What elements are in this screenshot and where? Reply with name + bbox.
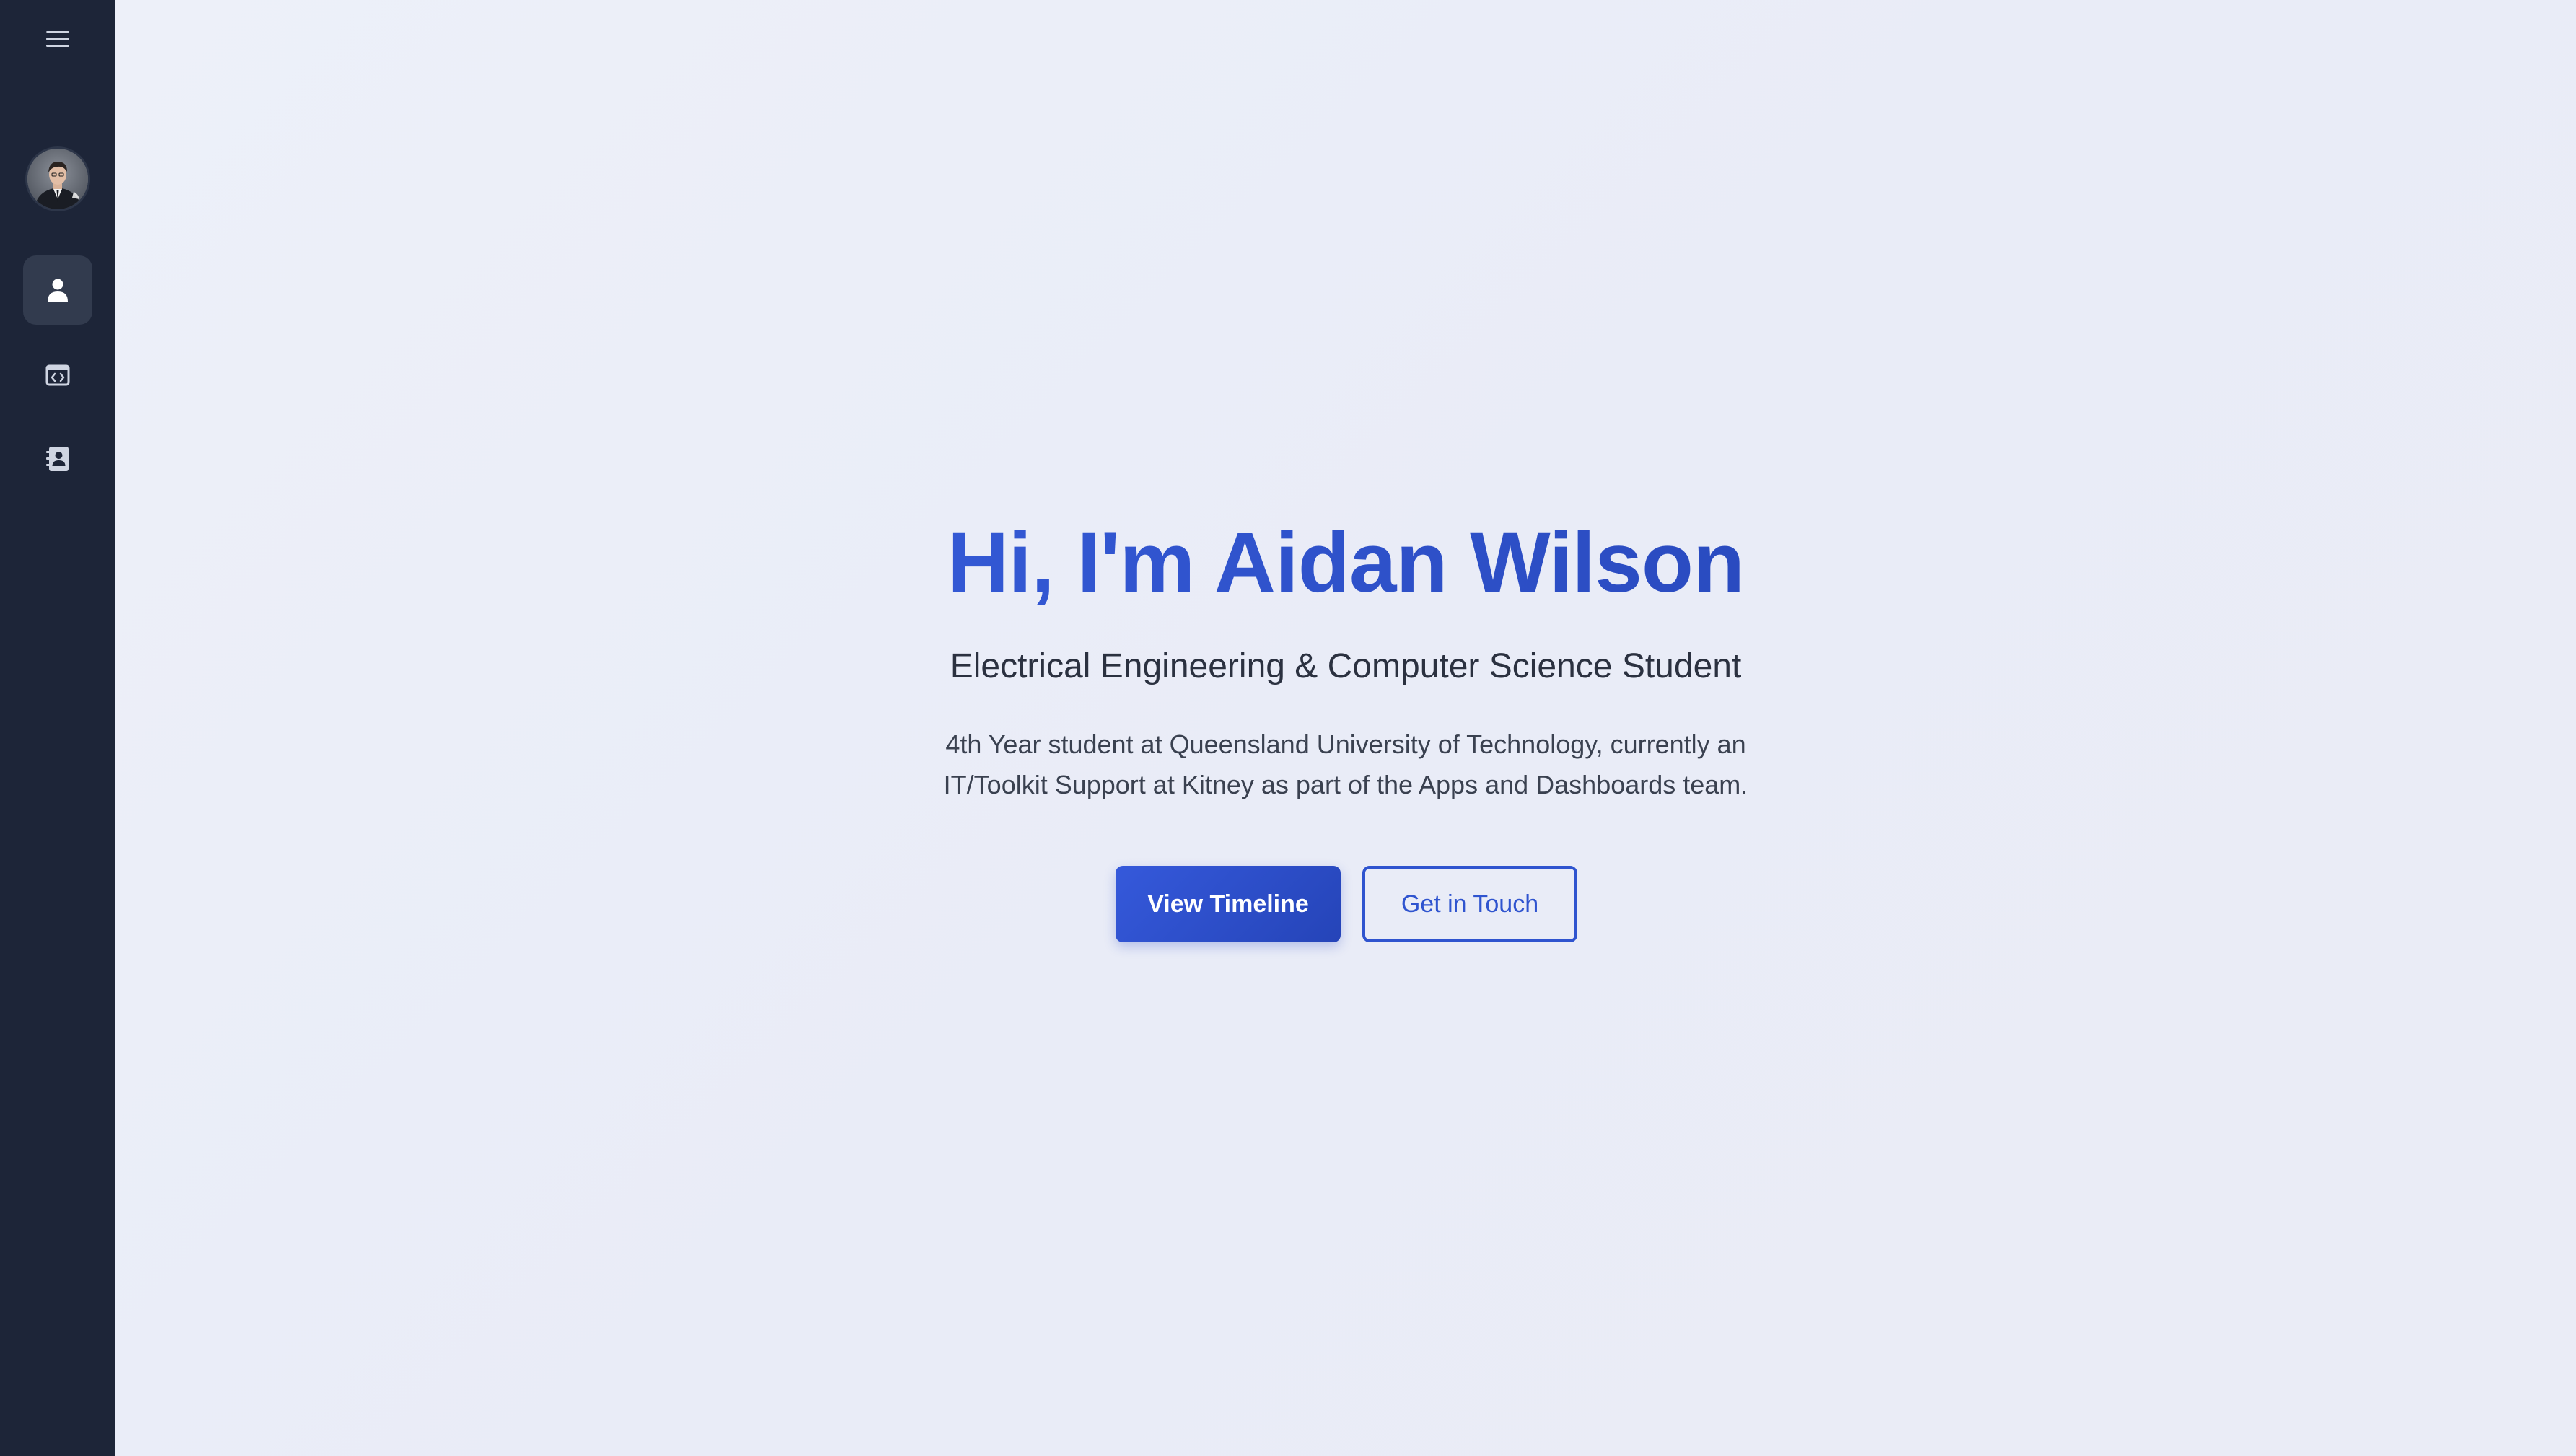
hero-description: 4th Year student at Queensland Universit… xyxy=(115,724,2576,805)
hero-subtitle: Electrical Engineering & Computer Scienc… xyxy=(950,647,1742,685)
hero-description-line-2: IT/Toolkit Support at Kitney as part of … xyxy=(943,770,1748,799)
avatar[interactable] xyxy=(27,149,88,209)
contact-book-icon xyxy=(46,447,69,471)
sidebar xyxy=(0,0,115,1456)
hero-title-text: Hi, I'm Aidan Wilson xyxy=(947,515,1745,610)
hero-title: Hi, I'm Aidan Wilson xyxy=(115,505,2576,620)
hero-description-line-1: 4th Year student at Queensland Universit… xyxy=(945,729,1746,759)
sidebar-item-projects[interactable] xyxy=(23,341,92,410)
profile-photo xyxy=(27,149,88,209)
hamburger-menu-icon[interactable] xyxy=(33,19,82,59)
view-timeline-button[interactable]: View Timeline xyxy=(1116,866,1341,942)
user-icon xyxy=(48,279,68,302)
code-window-icon xyxy=(45,364,70,386)
main-content: Hi, I'm Aidan Wilson Electrical Engineer… xyxy=(115,0,2576,1456)
get-in-touch-button[interactable]: Get in Touch xyxy=(1362,866,1577,942)
sidebar-item-contact[interactable] xyxy=(23,424,92,494)
sidebar-item-about[interactable] xyxy=(23,255,92,325)
